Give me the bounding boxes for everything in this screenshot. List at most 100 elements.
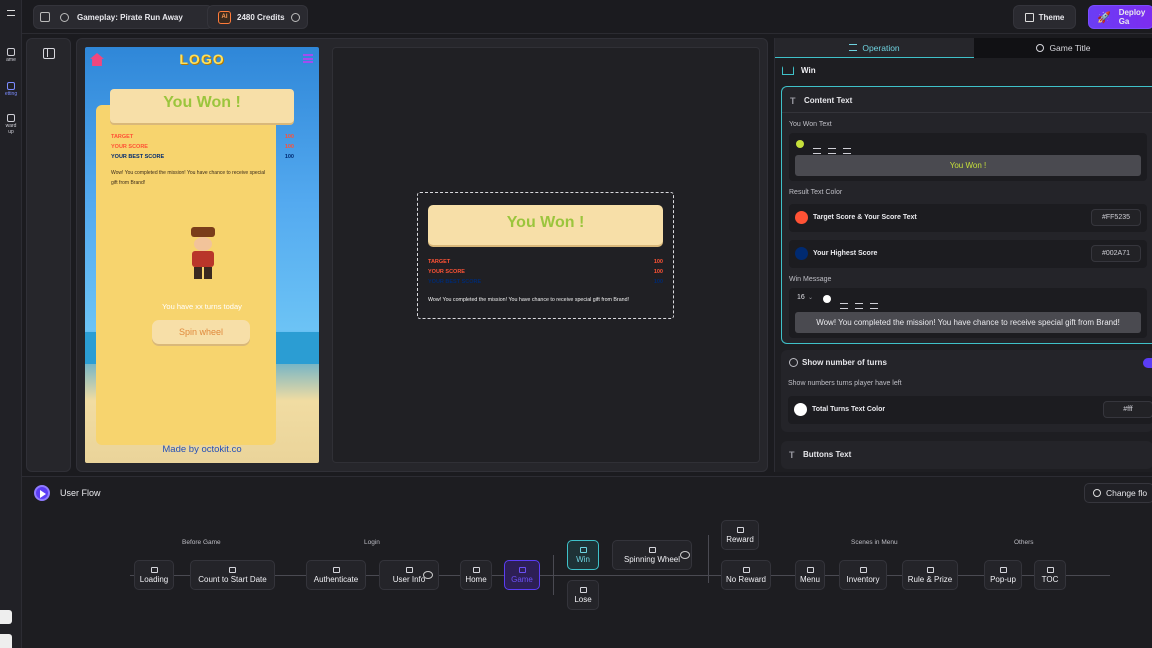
flow-node-count-to-start[interactable]: Count to Start Date [190, 560, 275, 590]
flow-node-reward[interactable]: Reward [721, 520, 759, 550]
made-by-link[interactable]: Made by octokit.co [85, 444, 319, 455]
target-score-hex-input[interactable]: #FF5235 [1091, 209, 1141, 226]
menu-icon [806, 566, 814, 573]
rail-item-game[interactable]: ame [0, 48, 22, 63]
win-message-label: Win Message [789, 276, 832, 283]
flow-branch [553, 555, 554, 595]
section-title-win: Win [801, 66, 816, 75]
you-won-title: You Won ! [163, 94, 241, 111]
flow-node-authenticate[interactable]: Authenticate [306, 560, 366, 590]
flow-node-menu[interactable]: Menu [795, 560, 825, 590]
play-icon[interactable] [34, 485, 50, 501]
sidebar-toggle-icon[interactable] [43, 48, 55, 59]
layout-icon [40, 12, 50, 22]
info-icon[interactable] [60, 12, 69, 22]
show-turns-toggle[interactable] [1143, 358, 1152, 368]
highest-score-hex-input[interactable]: #002A71 [1091, 245, 1141, 262]
properties-panel: Operation Game Title Win T Content Text … [774, 38, 1152, 472]
list-icon [1046, 566, 1054, 573]
align-right-icon [870, 303, 878, 309]
id-card-icon [405, 566, 413, 573]
tab-operation[interactable]: Operation [775, 38, 974, 58]
box-icon [859, 566, 867, 573]
show-turns-title: Show number of turns [802, 358, 887, 367]
help-circle-icon[interactable] [290, 12, 300, 22]
change-flow-button[interactable]: Change flo [1084, 483, 1152, 503]
skull-icon [579, 586, 587, 593]
menu-icon[interactable] [0, 10, 22, 16]
flow-branch [708, 535, 709, 583]
turns-color-hex-input[interactable]: #fff [1103, 401, 1152, 418]
text-icon: T [790, 96, 796, 106]
win-message: Wow! You completed the mission! You have… [111, 170, 266, 186]
spin-wheel-button[interactable]: Spin wheel [152, 320, 250, 344]
align-center-icon [828, 148, 836, 154]
target-score-color-swatch[interactable] [795, 211, 808, 224]
align-left-icon [813, 148, 821, 154]
text-color-swatch[interactable] [796, 140, 804, 148]
flow-node-win[interactable]: Win [567, 540, 599, 570]
flow-node-popup[interactable]: Pop-up [984, 560, 1022, 590]
canvas-score-list: TARGET 100 YOUR SCORE 100 YOUR BEST SCORE 1… [428, 257, 663, 287]
credits-text: 2480 Credits [237, 12, 285, 22]
tab-game-title[interactable]: Game Title [974, 38, 1152, 58]
turns-text: You have xx turns today [162, 302, 242, 311]
message-color-swatch[interactable] [823, 295, 831, 303]
win-message-editor: 16 ⌄ Wow! You completed the mission! You… [789, 288, 1147, 338]
profile-icon[interactable] [0, 634, 12, 648]
logo: LOGO [179, 51, 225, 67]
game-preview[interactable]: LOGO You Won ! TARGET 100 YOUR SCORE 100 Y… [85, 47, 319, 463]
align-right-icon [843, 148, 851, 154]
your-score-row: YOUR SCORE 100 [111, 144, 294, 150]
group-scenes-in-menu: Scenes in Menu [851, 539, 898, 546]
font-size-select[interactable]: 16 [797, 294, 805, 301]
flow-node-no-reward[interactable]: No Reward [721, 560, 771, 590]
chevron-down-icon[interactable]: ⌄ [808, 294, 813, 301]
user-flow-title: User Flow [60, 488, 101, 498]
x-box-icon [742, 566, 750, 573]
rail-item-setting[interactable]: etting [0, 82, 22, 97]
sliders-icon [849, 44, 858, 51]
flow-node-toc[interactable]: TOC [1034, 560, 1066, 590]
flow-node-rule-prize[interactable]: Rule & Prize [902, 560, 958, 590]
you-won-text-label: You Won Text [789, 121, 832, 128]
you-won-text-input[interactable]: You Won ! [795, 155, 1141, 176]
eye-icon[interactable] [680, 551, 690, 559]
flow-node-loading[interactable]: Loading [134, 560, 174, 590]
selected-win-component[interactable]: You Won ! TARGET 100 YOUR SCORE 100 YOUR B… [417, 192, 674, 319]
content-text-card: T Content Text You Won Text You Won ! Re… [781, 86, 1152, 344]
wheel-icon [648, 546, 656, 553]
rail-item-reward[interactable]: ward up [0, 114, 22, 135]
crown-icon [782, 66, 794, 75]
help-icon[interactable] [0, 610, 12, 624]
ai-credits-icon: AI [218, 10, 231, 24]
flow-node-game[interactable]: Game [504, 560, 540, 590]
flow-node-inventory[interactable]: Inventory [839, 560, 887, 590]
home-icon [472, 566, 480, 573]
align-left-icon [840, 303, 848, 309]
crown-icon [579, 546, 587, 553]
eye-icon[interactable] [423, 571, 433, 579]
rocket-icon: 🚀 [1097, 11, 1111, 24]
deploy-button[interactable]: 🚀 Deploy Ga [1088, 5, 1152, 29]
top-bar: Gameplay: Pirate Run Away AI 2480 Credit… [22, 0, 1152, 34]
flow-node-home[interactable]: Home [460, 560, 492, 590]
gift-icon [7, 114, 15, 122]
game-title-pill[interactable]: Gameplay: Pirate Run Away [33, 5, 213, 29]
target-row: TARGET 100 [111, 134, 294, 140]
theme-button[interactable]: Theme [1013, 5, 1076, 29]
home-icon [7, 48, 15, 56]
game-title: Gameplay: Pirate Run Away [77, 12, 183, 22]
target-score-label: Target Score & Your Score Text [813, 214, 917, 221]
buttons-text-title: Buttons Text [803, 450, 852, 459]
hamburger-icon[interactable] [303, 54, 313, 63]
highest-score-color-swatch[interactable] [795, 247, 808, 260]
turns-color-swatch[interactable] [794, 403, 807, 416]
buttons-text-card[interactable]: T Buttons Text [781, 441, 1152, 469]
flow-node-lose[interactable]: Lose [567, 580, 599, 610]
pirate-character [185, 225, 221, 285]
win-message-input[interactable]: Wow! You completed the mission! You have… [795, 312, 1141, 333]
credits-pill[interactable]: AI 2480 Credits [207, 5, 308, 29]
side-toggle-panel [26, 38, 71, 472]
align-center-icon [855, 303, 863, 309]
